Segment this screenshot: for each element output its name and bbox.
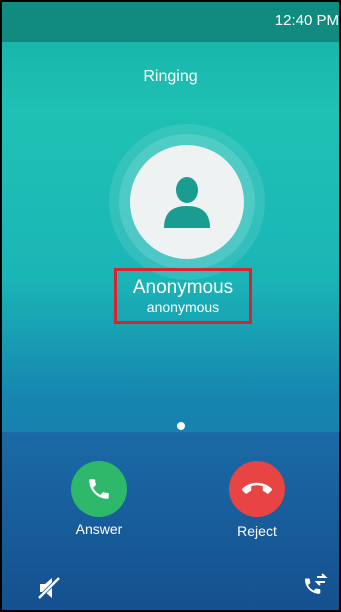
reject-button[interactable] (229, 461, 285, 517)
caller-info: Anonymous anonymous (114, 268, 252, 324)
hangup-icon (242, 482, 272, 494)
answer-label: Answer (75, 521, 123, 537)
caller-id: anonymous (146, 299, 220, 315)
call-actions-panel: Answer Reject (2, 432, 339, 610)
phone-icon (89, 479, 109, 499)
transfer-button[interactable] (302, 572, 330, 600)
status-bar: 12:40 PM (2, 2, 339, 42)
status-time: 12:40 PM (274, 12, 339, 29)
incoming-call-screen: 12:40 PM Ringing Anonymous anonymous Ans… (2, 2, 339, 610)
mute-button[interactable] (36, 575, 62, 601)
caller-name: Anonymous (132, 277, 234, 298)
mute-icon (36, 575, 62, 601)
call-status: Ringing (143, 68, 198, 85)
avatar (130, 145, 244, 259)
answer-button[interactable] (71, 461, 127, 517)
page-indicator (177, 422, 185, 430)
transfer-icon (305, 573, 328, 594)
person-icon (164, 177, 210, 228)
reject-label: Reject (237, 523, 277, 539)
